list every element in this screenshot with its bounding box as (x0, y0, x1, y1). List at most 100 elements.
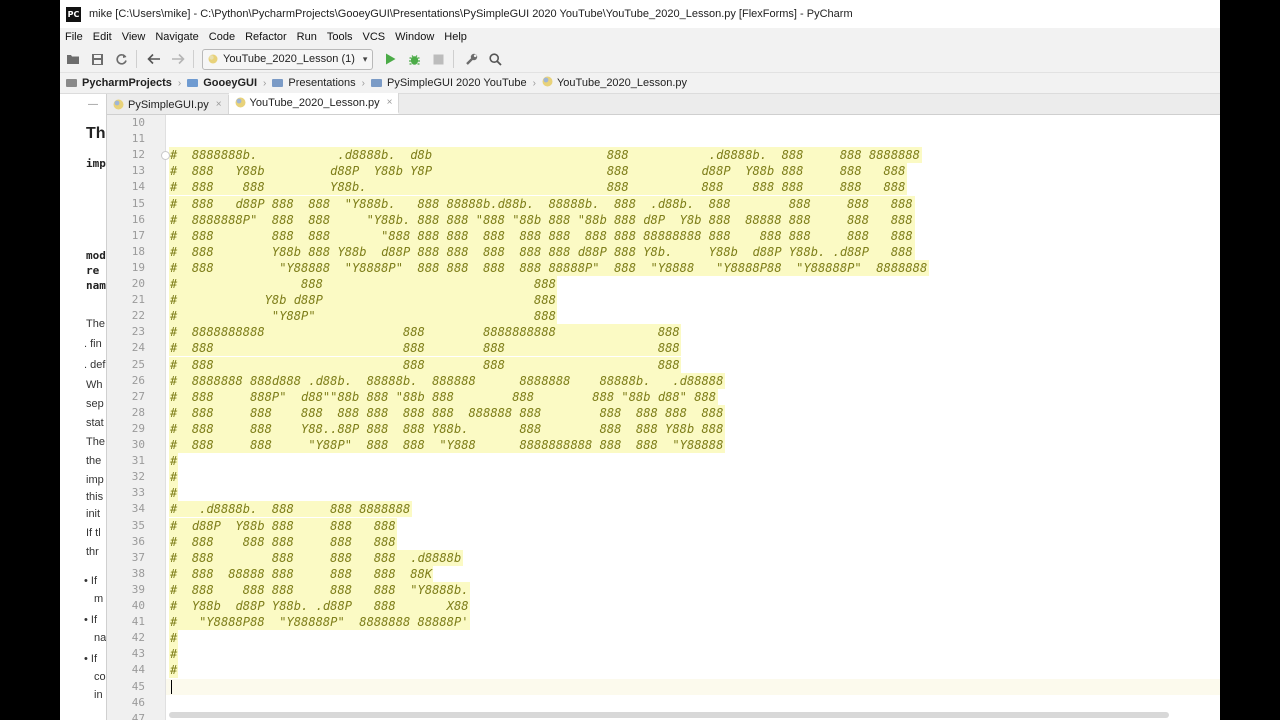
code-line[interactable]: # 8888888 888d888 .d88b. 88888b. 888888 … (107, 372, 1220, 389)
code-line[interactable]: # (107, 662, 1220, 679)
sync-icon[interactable] (110, 48, 132, 70)
folder-icon (66, 79, 77, 87)
code-line[interactable] (107, 131, 1220, 147)
tab-label: PySimpleGUI.py (128, 98, 209, 111)
menu-navigate[interactable]: Navigate (150, 31, 203, 43)
menu-edit[interactable]: Edit (88, 31, 117, 43)
tab-youtube-2020-lesson-py[interactable]: YouTube_2020_Lesson.py × (228, 93, 400, 114)
code-line[interactable] (107, 115, 1220, 131)
code-line[interactable] (107, 679, 1220, 695)
python-file-icon (208, 54, 218, 64)
code-line[interactable]: # "Y8888P88 "Y88888P" 8888888 88888P' (107, 614, 1220, 631)
code-line[interactable]: # 888 888 888 "888 888 888 888 888 888 8… (107, 227, 1220, 244)
code-line[interactable]: # 888 888 Y88..88P 888 888 Y88b. 888 888… (107, 420, 1220, 437)
doc-text-fragment: mod (86, 249, 106, 262)
menu-refactor[interactable]: Refactor (240, 31, 292, 43)
code-line[interactable]: # 888 "Y88888 "Y8888P" 888 888 888 888 8… (107, 259, 1220, 276)
code-line[interactable]: # 888 888 (107, 276, 1220, 292)
forward-arrow-icon[interactable] (167, 48, 189, 70)
debug-icon[interactable] (403, 48, 425, 70)
menu-help[interactable]: Help (439, 31, 472, 43)
code-line[interactable]: # 888 Y88b 888 Y88b d88P 888 888 888 888… (107, 243, 1220, 260)
code-line[interactable]: # 888 888P" d88""88b 888 "88b 888 888 88… (107, 388, 1220, 405)
comment-text: # 888 888 888 888 888 (170, 534, 396, 549)
back-arrow-icon[interactable] (143, 48, 165, 70)
code-line[interactable]: # (107, 485, 1220, 502)
toolbar-separator (193, 50, 194, 68)
menu-view[interactable]: View (117, 31, 151, 43)
code-line[interactable]: # 888 888 888 888 (107, 356, 1220, 373)
code-line[interactable]: # d88P Y88b 888 888 888 (107, 517, 1220, 534)
code-line[interactable]: # 888 888 888 888 888 888 888 888888 888… (107, 404, 1220, 421)
code-line[interactable]: # 8888888b. .d8888b. d8b 888 .d8888b. 88… (107, 147, 1220, 164)
comment-text: # (170, 454, 178, 469)
code-line[interactable]: # 888 888 888 888 (107, 340, 1220, 357)
wrench-icon[interactable] (460, 48, 482, 70)
code-line[interactable] (107, 695, 1220, 711)
code-line[interactable]: # 888 888 Y88b. 888 888 888 888 888 888 (107, 179, 1220, 196)
doc-text-fragment: . fin (84, 338, 102, 350)
code-line[interactable] (107, 711, 1220, 720)
code-line[interactable]: # Y88b d88P Y88b. .d88P 888 X88 (107, 598, 1220, 614)
folder-icon (370, 79, 382, 87)
close-icon[interactable]: × (216, 99, 222, 110)
code-line[interactable]: # (107, 630, 1220, 647)
tab-pysimplegui-py[interactable]: PySimpleGUI.py × (107, 95, 229, 114)
code-line[interactable]: # Y8b d88P 888 (107, 292, 1220, 309)
editor-tabs: PySimpleGUI.py × YouTube_2020_Lesson.py × (107, 93, 1220, 115)
code-line[interactable]: # 888 888 888 888 .d8888b (107, 549, 1220, 566)
search-icon[interactable] (484, 48, 506, 70)
doc-text-fragment: If tl (86, 527, 101, 539)
doc-text-fragment: . def (84, 359, 106, 371)
breadcrumb-item[interactable]: PySimpleGUI 2020 YouTube › (370, 77, 536, 89)
tab-label: YouTube_2020_Lesson.py (249, 96, 380, 109)
run-configuration-label: YouTube_2020_Lesson (1) (223, 53, 355, 65)
doc-text-fragment: Th (86, 125, 106, 142)
breadcrumb: PycharmProjects › GooeyGUI › Presentations › P… (60, 73, 1220, 94)
code-line[interactable]: # 888 888 "Y88P" 888 888 "Y888 888888888… (107, 437, 1220, 453)
run-configuration-select[interactable]: YouTube_2020_Lesson (1) ▾ (202, 48, 374, 70)
menu-tools[interactable]: Tools (322, 31, 358, 43)
menu-vcs[interactable]: VCS (358, 31, 391, 43)
comment-text: # .d8888b. 888 888 8888888 (170, 502, 411, 517)
code-line[interactable]: # 888 d88P 888 888 "Y888b. 888 88888b.d8… (107, 195, 1220, 212)
menu-file[interactable]: File (60, 31, 88, 43)
code-line[interactable]: # "Y88P" 888 (107, 308, 1220, 325)
python-file-icon (113, 99, 124, 110)
folder-icon (272, 79, 284, 87)
breadcrumb-item[interactable]: GooeyGUI › (187, 77, 266, 89)
menu-window[interactable]: Window (390, 31, 439, 43)
code-line[interactable]: # 888 888 888 888 888 (107, 533, 1220, 550)
doc-text-fragment: • If (84, 575, 98, 587)
code-line[interactable]: # (107, 453, 1220, 470)
menu-code[interactable]: Code (204, 31, 240, 43)
open-folder-icon[interactable] (62, 48, 84, 70)
breadcrumb-item[interactable]: Presentations › (272, 77, 365, 89)
save-icon[interactable] (86, 48, 108, 70)
comment-text: # 888 88888 888 888 888 88K (170, 566, 433, 581)
code-line[interactable]: # (107, 469, 1220, 486)
comment-text: # 8888888888 888 8888888888 888 (170, 325, 680, 340)
code-line[interactable]: # 8888888P" 888 888 "Y88b. 888 888 "888 … (107, 211, 1220, 228)
chevron-down-icon: ▾ (362, 53, 368, 64)
doc-text-fragment: in (94, 689, 103, 701)
code-line[interactable]: # 888 88888 888 888 888 88K (107, 565, 1220, 582)
main-toolbar: YouTube_2020_Lesson (1) ▾ (60, 46, 1220, 73)
doc-text-fragment: sep (86, 398, 104, 410)
code-line[interactable]: # 888 888 888 888 888 "Y8888b. (107, 581, 1220, 598)
code-line[interactable]: # 888 Y88b d88P Y88b Y8P 888 d88P Y88b 8… (107, 163, 1220, 180)
comment-text: # 8888888P" 888 888 "Y88b. 888 888 "888 … (170, 212, 913, 227)
doc-text-fragment: re (86, 264, 100, 277)
run-icon[interactable] (379, 48, 401, 70)
code-line[interactable]: # .d8888b. 888 888 8888888 (107, 501, 1220, 518)
stop-icon[interactable] (427, 48, 449, 70)
breadcrumb-item[interactable]: PycharmProjects › (66, 77, 181, 89)
panel-minimize-icon[interactable]: — (88, 99, 98, 110)
code-line[interactable]: # 8888888888 888 8888888888 888 (107, 324, 1220, 341)
menu-run[interactable]: Run (292, 31, 322, 43)
code-line[interactable]: # (107, 646, 1220, 663)
breadcrumb-item[interactable]: YouTube_2020_Lesson.py (542, 76, 687, 90)
code-editor[interactable]: 10 11 12 13 14 15 16 17 18 19 20 21 22 23 24 25 26 27 28 29… (107, 115, 1220, 720)
comment-text: # 888 888 "Y88P" 888 888 "Y888 888888888… (170, 438, 724, 452)
close-icon[interactable]: × (387, 97, 393, 108)
